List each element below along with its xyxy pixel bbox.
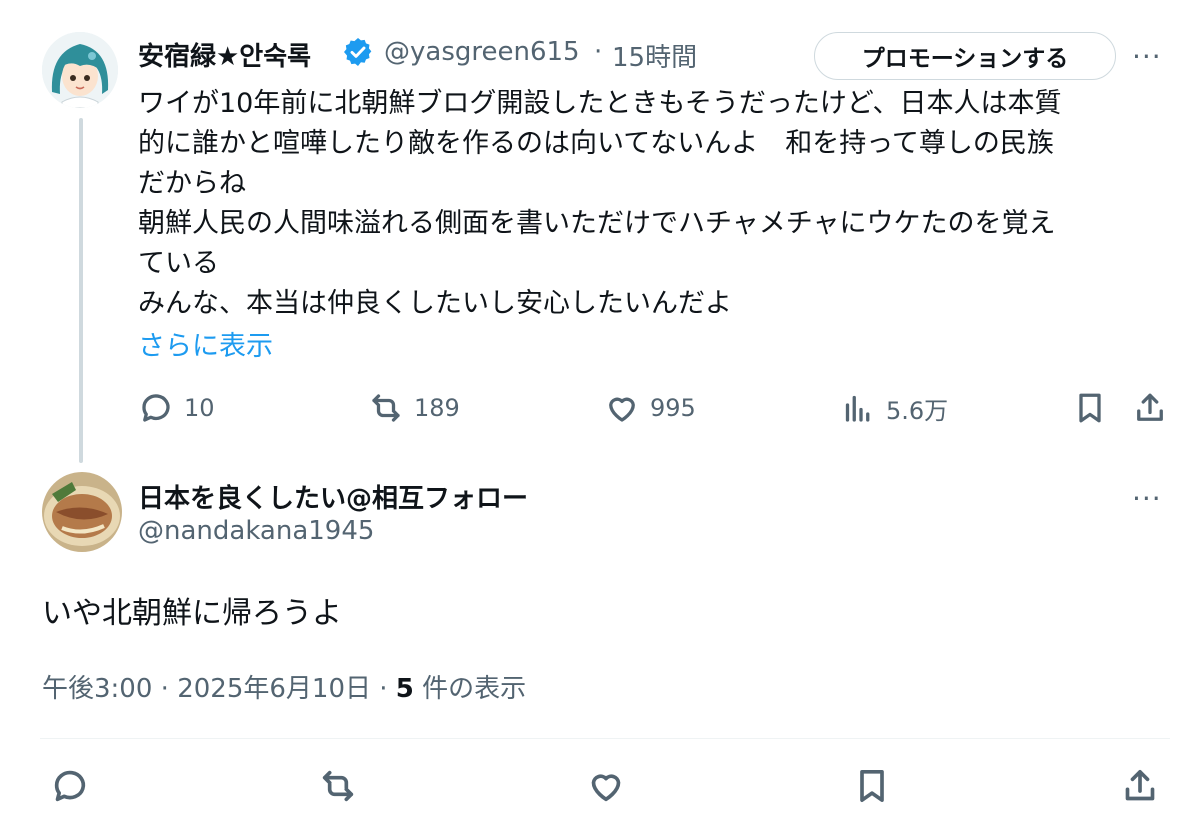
avatar-yasgreen[interactable] — [42, 32, 118, 108]
reply-button[interactable] — [50, 766, 90, 806]
post-date[interactable]: 2025年6月10日 — [177, 674, 371, 704]
more-icon[interactable]: ··· — [1132, 43, 1162, 71]
tweet-line: 的に誰かと喧嘩したり敵を作るのは向いてないんよ 和を持って尊しの民族 — [138, 128, 1054, 159]
reply-button[interactable]: 10 — [138, 390, 215, 426]
views-button[interactable]: 5.6万 — [840, 390, 948, 426]
share-icon — [1125, 770, 1155, 801]
reply-icon — [54, 770, 86, 802]
view-count: 5.6万 — [886, 396, 949, 425]
like-button[interactable]: 995 — [604, 390, 696, 426]
tweet-line: ている — [138, 248, 219, 279]
share-button[interactable] — [1120, 766, 1160, 806]
display-name[interactable]: 日本を良くしたい@相互フォロー — [138, 478, 528, 515]
bookmark-icon — [1079, 393, 1101, 423]
bookmark-button[interactable] — [1072, 390, 1108, 426]
reply-count: 10 — [184, 394, 215, 422]
like-icon — [609, 397, 635, 422]
share-icon — [1137, 393, 1163, 421]
tweet-line: ワイが10年前に北朝鮮ブログ開設したときもそうだったけど、日本人は本質 — [138, 88, 1062, 119]
view-count: 5 — [395, 674, 414, 704]
repost-button[interactable] — [318, 766, 358, 806]
handle[interactable]: @nandakana1945 — [138, 516, 374, 546]
meta-separator: · — [160, 674, 169, 704]
post-meta: 午後3:00 · 2025年6月10日 · 5 件の表示 — [42, 668, 526, 705]
promote-button[interactable]: プロモーションする — [814, 32, 1116, 80]
bookmark-button[interactable] — [852, 766, 892, 806]
tweet-line: だからね — [138, 168, 246, 199]
tweet-line: 朝鮮人民の人間味溢れる側面を書いただけでハチャメチャにウケたのを覚え — [138, 208, 1056, 239]
tweet-body: いや北朝鮮に帰ろうよ — [42, 596, 342, 631]
like-button[interactable] — [586, 766, 626, 806]
views-icon — [845, 395, 870, 422]
divider — [40, 738, 1170, 739]
tweet-line: みんな、本当は仲良くしたいし安心したいんだよ — [138, 288, 732, 319]
avatar-illustration — [42, 32, 118, 108]
verified-badge-icon — [342, 36, 374, 68]
handle[interactable]: @yasgreen615 — [384, 37, 580, 67]
show-more-link[interactable]: さらに表示 — [138, 324, 273, 363]
thread-connector-line — [79, 118, 83, 463]
repost-icon — [372, 394, 400, 422]
share-button[interactable] — [1132, 390, 1168, 426]
meta-separator: · — [379, 674, 388, 704]
repost-icon — [322, 770, 354, 802]
avatar-food-photo — [42, 472, 122, 552]
post-time[interactable]: 午後3:00 — [42, 674, 152, 704]
more-icon[interactable]: ··· — [1132, 485, 1162, 513]
like-count: 995 — [650, 394, 696, 422]
post-time[interactable]: 15時間 — [612, 37, 697, 74]
like-icon — [591, 774, 621, 802]
display-name[interactable]: 安宿緑★안숙록 — [138, 36, 311, 73]
tweet-body: ワイが10年前に北朝鮮ブログ開設したときもそうだったけど、日本人は本質 的に誰か… — [138, 84, 1168, 324]
bookmark-icon — [860, 770, 884, 802]
repost-count: 189 — [414, 394, 460, 422]
view-suffix: 件の表示 — [422, 674, 527, 704]
repost-button[interactable]: 189 — [368, 390, 460, 426]
avatar-nandakana[interactable] — [42, 472, 122, 552]
reply-icon — [142, 394, 170, 422]
time-separator: · — [594, 37, 603, 67]
